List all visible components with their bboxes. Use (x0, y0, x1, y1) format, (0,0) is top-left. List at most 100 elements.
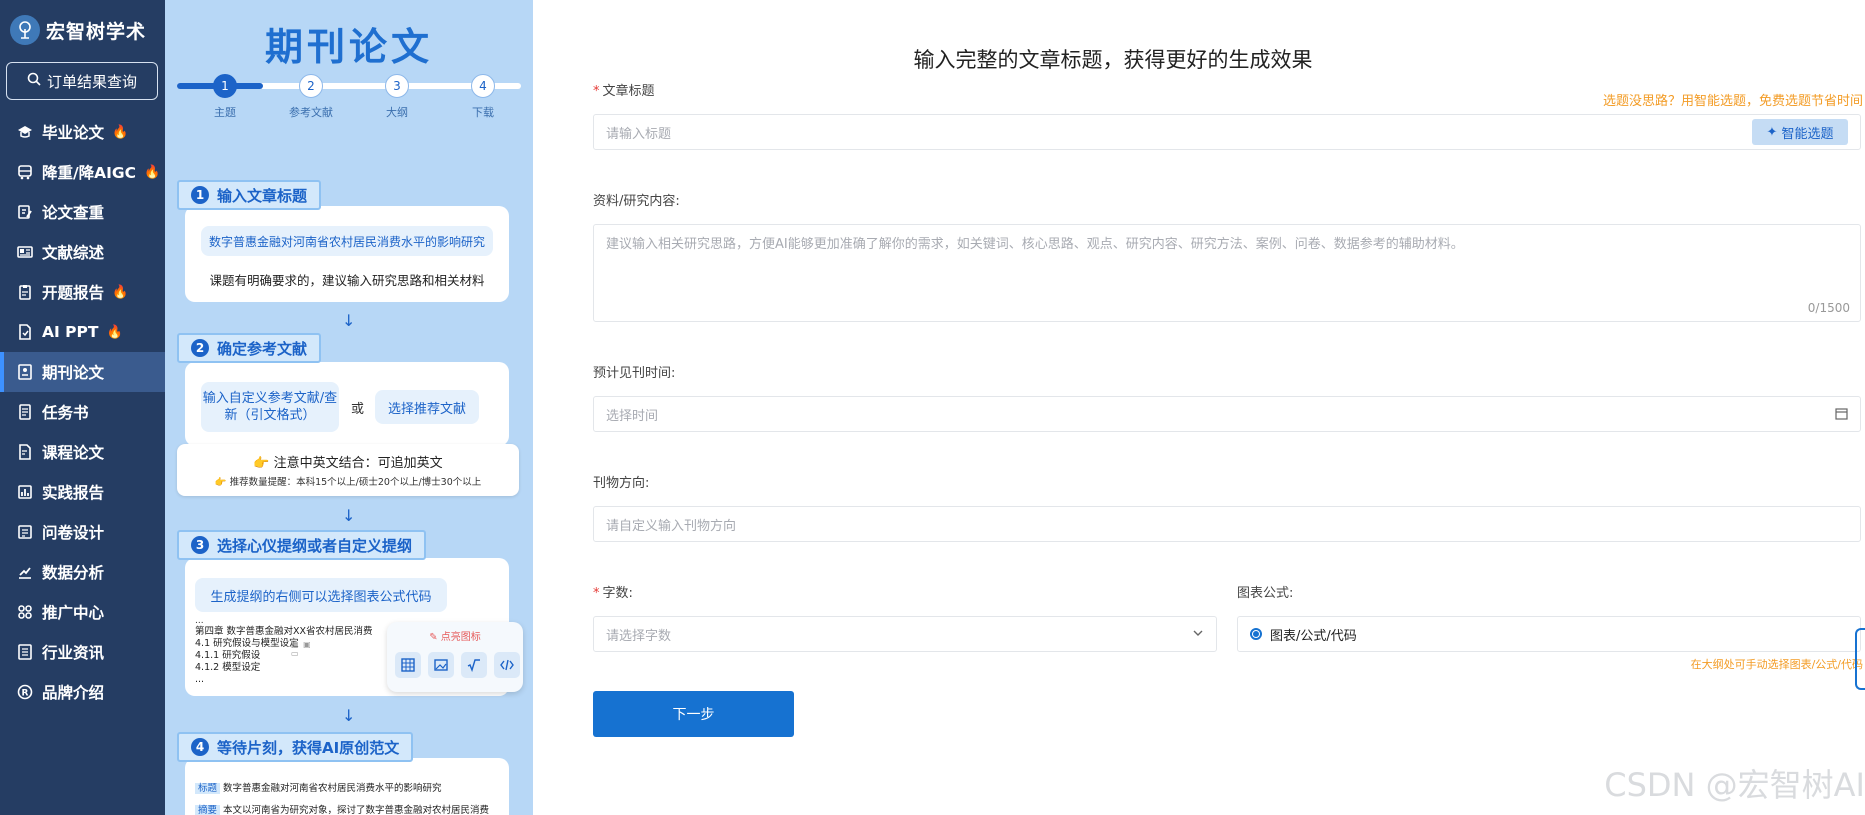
sidebar-item-label: 降重/降AIGC (42, 164, 137, 182)
guide-card-3-header: 3 选择心仪提纲或者自定义提纲 (177, 530, 427, 560)
brand[interactable]: 宏智树学术 (10, 12, 146, 48)
publish-date-picker[interactable]: 选择时间 (593, 396, 1861, 432)
result-title-line: 标题 数字普惠金融对河南省农村居民消费水平的影响研究 (195, 780, 442, 794)
sidebar-nav: 毕业论文 🔥 降重/降AIGC 🔥 论文查重 文献综述 开题报告 🔥 AI PP… (0, 112, 165, 712)
sidebar-item-label: 开题报告 (42, 284, 105, 302)
file-pen-icon (16, 443, 34, 461)
form-area: 输入完整的文章标题，获得更好的生成效果 * 文章标题 选题没思路？用智能选题，免费… (533, 0, 1865, 815)
journal-direction-label: 刊物方向: (593, 476, 650, 491)
registered-icon: R (16, 683, 34, 701)
order-query-button[interactable]: 订单结果查询 (6, 62, 158, 100)
chart-formula-label: 图表公式: (1237, 586, 1294, 601)
sidebar-item-literature-review[interactable]: 文献综述 (0, 232, 165, 272)
smart-topic-hint[interactable]: 选题没思路？用智能选题，免费选题节省时间 (1603, 90, 1863, 109)
survey-icon (16, 523, 34, 541)
code-icon[interactable] (494, 652, 520, 678)
title-placeholder: 请输入标题 (606, 126, 672, 142)
bus-icon (16, 163, 34, 181)
chevron-down-icon (1192, 627, 1204, 643)
sidebar-item-data-analysis[interactable]: 数据分析 (0, 552, 165, 592)
sidebar-item-industry-news[interactable]: 行业资讯 (0, 632, 165, 672)
content-placeholder: 建议输入相关研究思路，方便AI能够更加准确了解你的需求，如关键词、核心思路、观点… (606, 237, 1464, 252)
arrow-down-icon: ↓ (342, 311, 356, 330)
guide-card-4: 标题 数字普惠金融对河南省农村居民消费水平的影响研究 摘要 本文以河南省为研究对… (185, 758, 509, 815)
guide-card-2: 输入自定义参考文献/查新（引文格式） 或 选择推荐文献 (185, 362, 509, 446)
file-code-icon (16, 323, 34, 341)
table-icon[interactable] (395, 652, 421, 678)
sidebar-item-proposal[interactable]: 开题报告 🔥 (0, 272, 165, 312)
step-progress: 1 主题 2 参考文献 3 大纲 4 下载 (177, 70, 521, 120)
sidebar-item-label: AI PPT (42, 323, 99, 341)
required-mark: * (593, 586, 600, 601)
guide-card-2-header: 2 确定参考文献 (177, 333, 322, 363)
sidebar-item-promotion-center[interactable]: 推广中心 (0, 592, 165, 632)
sidebar-item-label: 行业资讯 (42, 644, 105, 662)
word-count-select[interactable]: 请选择字数 (593, 616, 1217, 652)
arrow-down-icon: ↓ (342, 506, 356, 525)
form-heading: 输入完整的文章标题，获得更好的生成效果 (913, 48, 1313, 72)
image-icon[interactable] (428, 652, 454, 678)
graduation-cap-icon (16, 123, 34, 141)
word-count-label: * 字数: (593, 586, 633, 601)
sidebar: 宏智树学术 订单结果查询 毕业论文 🔥 降重/降AIGC 🔥 论文查重 文献综述… (0, 0, 165, 815)
book-icon (16, 403, 34, 421)
guide-title: 期刊论文 (264, 25, 433, 69)
brand-name: 宏智树学术 (46, 20, 147, 43)
direction-placeholder: 请自定义输入刊物方向 (606, 518, 737, 534)
sidebar-item-graduation-thesis[interactable]: 毕业论文 🔥 (0, 112, 165, 152)
sidebar-item-ai-ppt[interactable]: AI PPT 🔥 (0, 312, 165, 352)
step-1: 1 主题 (213, 74, 237, 119)
sidebar-item-brand-intro[interactable]: R 品牌介绍 (0, 672, 165, 712)
journal-direction-input[interactable]: 请自定义输入刊物方向 (593, 506, 1861, 542)
sidebar-item-label: 数据分析 (42, 564, 105, 582)
tree-logo-icon (10, 15, 40, 45)
sidebar-item-dedupe[interactable]: 降重/降AIGC 🔥 (0, 152, 165, 192)
next-step-button[interactable]: 下一步 (593, 691, 794, 737)
calendar-icon (1835, 407, 1848, 424)
title-label: * 文章标题 (593, 84, 655, 99)
custom-reference-pill: 输入自定义参考文献/查新（引文格式） (201, 382, 339, 432)
sidebar-item-label: 问卷设计 (42, 524, 105, 542)
step-3: 3 大纲 (385, 74, 409, 119)
sidebar-item-plagiarism-check[interactable]: 论文查重 (0, 192, 165, 232)
outline-line: 第四章 数字普惠金融对XX省农村居民消费 (195, 626, 373, 637)
watermark: CSDN @宏智树AI (1604, 766, 1865, 804)
guide-panel: 期刊论文 1 主题 2 参考文献 3 大纲 4 下载 数字普惠金融对河南省农村居… (165, 0, 533, 815)
sidebar-item-task-book[interactable]: 任务书 (0, 392, 165, 432)
or-text: 或 (351, 402, 365, 417)
journal-icon (16, 363, 34, 381)
side-tab[interactable] (1855, 628, 1865, 690)
fire-icon: 🔥 (144, 164, 161, 180)
pin-icon: ✎ (429, 632, 441, 643)
news-icon (16, 643, 34, 661)
formula-icon[interactable] (461, 652, 487, 678)
reference-note-box: 👉 注意中英文结合：可追加英文 👉 推荐数量提醒：本科15个以上/硕士20个以上… (177, 444, 519, 496)
sidebar-item-label: 毕业论文 (42, 124, 105, 142)
fire-icon: 🔥 (112, 284, 129, 300)
order-query-label: 订单结果查询 (46, 72, 137, 91)
sidebar-item-label: 课程论文 (42, 444, 105, 462)
chart-up-icon (16, 563, 34, 581)
chart-formula-option[interactable]: 图表/公式/代码 (1237, 616, 1861, 652)
char-counter: 0/1500 (1807, 301, 1850, 315)
smart-topic-button[interactable]: ✦ 智能选题 (1752, 119, 1848, 145)
radio-selected-icon[interactable] (1250, 628, 1262, 640)
sidebar-item-survey-design[interactable]: 问卷设计 (0, 512, 165, 552)
title-input[interactable]: 请输入标题 ✦ 智能选题 (593, 114, 1861, 150)
sidebar-item-label: 文献综述 (42, 244, 105, 262)
icon-popup: ✎ 点亮图标 (387, 622, 523, 692)
sidebar-item-journal-paper[interactable]: 期刊论文 (0, 352, 165, 392)
example-title-pill: 数字普惠金融对河南省农村居民消费水平的影响研究 (201, 226, 493, 256)
popup-label: 点亮图标 (440, 632, 481, 643)
sidebar-item-practice-report[interactable]: 实践报告 (0, 472, 165, 512)
guide-card-4-header: 4 等待片刻，获得AI原创范文 (177, 732, 414, 762)
newspaper-icon (16, 243, 34, 261)
content-textarea[interactable]: 建议输入相关研究思路，方便AI能够更加准确了解你的需求，如关键词、核心思路、观点… (593, 224, 1861, 322)
document-edit-icon (16, 203, 34, 221)
sidebar-item-course-paper[interactable]: 课程论文 (0, 432, 165, 472)
required-mark: * (593, 84, 600, 99)
reference-note: 注意中英文结合：可追加英文 (273, 456, 443, 471)
svg-text:R: R (22, 689, 29, 699)
search-icon (27, 72, 41, 90)
guide-card-1-header: 1 输入文章标题 (177, 180, 322, 210)
